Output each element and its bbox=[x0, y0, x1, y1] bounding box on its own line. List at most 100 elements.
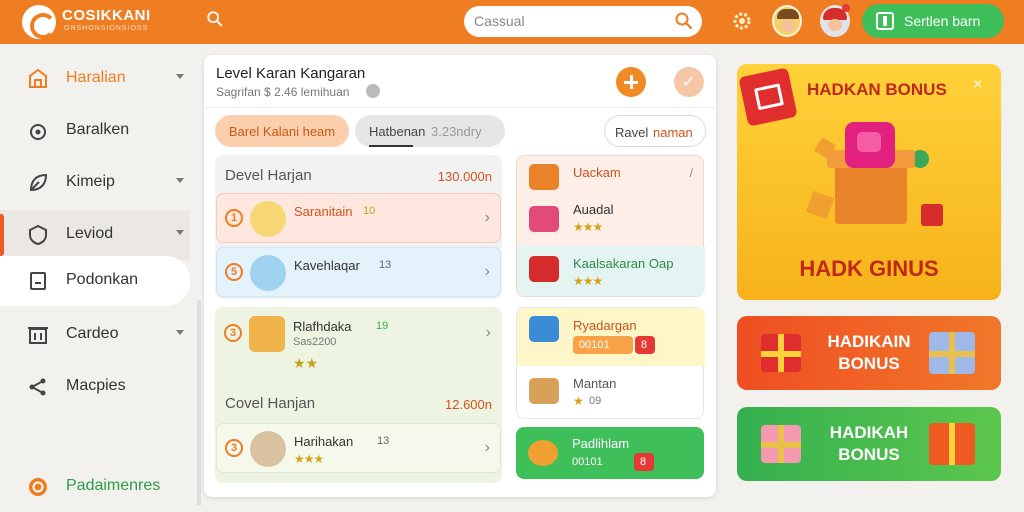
list-item[interactable]: 1 Saranitain 10 › bbox=[216, 193, 501, 243]
avatar bbox=[250, 431, 286, 467]
list-item[interactable]: 3 Rlafhdaka 19 Sas2200 › bbox=[216, 309, 501, 359]
chevron-down-icon bbox=[176, 74, 184, 79]
group-amount: 130.000n bbox=[437, 169, 492, 184]
bonus-card-green[interactable]: HADIKAH BONUS bbox=[737, 407, 1001, 481]
basket-icon bbox=[529, 378, 559, 404]
tab-extra: naman bbox=[653, 125, 693, 140]
list-item[interactable]: 5 Kavehlaqar 13 › bbox=[216, 247, 501, 297]
search-input[interactable] bbox=[474, 11, 664, 31]
bank-icon bbox=[28, 327, 48, 344]
confirm-button[interactable] bbox=[674, 67, 704, 97]
wallet-icon bbox=[876, 12, 894, 30]
row-badge: 13 bbox=[379, 259, 392, 271]
sidebar-item-podonkan[interactable]: Podonkan bbox=[0, 256, 190, 306]
sidebar-item-label: Haralian bbox=[66, 69, 126, 86]
gift-box-icon bbox=[761, 425, 801, 463]
price-badge: 8 bbox=[634, 453, 654, 471]
list-item[interactable]: Kaalsakaran Oap ★★★ bbox=[517, 246, 705, 296]
sidebar-item-kimeip[interactable]: Kimeip bbox=[0, 158, 190, 208]
money-bag-icon bbox=[250, 201, 286, 237]
sidebar-item-label: Cardeo bbox=[66, 325, 119, 342]
tab-ravel[interactable]: Ravel naman bbox=[604, 115, 706, 147]
row-label: Harihakan bbox=[294, 434, 354, 449]
chevron-right-icon: › bbox=[484, 439, 490, 456]
rank-number: 1 bbox=[225, 209, 243, 227]
avatar[interactable] bbox=[772, 5, 802, 37]
gift-box-icon bbox=[929, 332, 975, 374]
sidebar: Haralian Baralken Kimeip Leviod Podonkan… bbox=[0, 44, 201, 512]
tab-label: Barel Kalani heam bbox=[228, 124, 336, 139]
sidebar-item-baralken[interactable]: Baralken bbox=[0, 106, 190, 156]
share-icon bbox=[29, 378, 46, 396]
list-item[interactable]: Mantan ★ 09 bbox=[517, 366, 705, 420]
treasure-chest-icon bbox=[249, 316, 285, 352]
leaf-icon bbox=[29, 173, 48, 192]
row-badge: 13 bbox=[377, 435, 390, 447]
sidebar-item-label: Leviod bbox=[66, 225, 114, 242]
group-header: Devel Harjan bbox=[225, 167, 312, 184]
gear-icon[interactable] bbox=[730, 9, 754, 33]
list-item[interactable]: 3 Harihakan 13 ★★★ › bbox=[216, 423, 501, 473]
info-icon[interactable] bbox=[366, 84, 380, 98]
camera-icon bbox=[30, 124, 46, 140]
sidebar-item-macpies[interactable]: Macpies bbox=[0, 362, 190, 412]
sidebar-item-label: Baralken bbox=[66, 121, 130, 138]
coin-icon bbox=[29, 478, 47, 496]
chevron-right-icon: › bbox=[485, 324, 491, 341]
rank-number: 3 bbox=[224, 324, 242, 342]
shield-icon bbox=[29, 224, 47, 246]
add-button[interactable] bbox=[616, 67, 646, 97]
sidebar-scrollbar[interactable] bbox=[197, 300, 201, 506]
sidebar-item-haralian[interactable]: Haralian bbox=[0, 54, 190, 104]
sidebar-item-leviod[interactable]: Leviod bbox=[0, 210, 190, 260]
card-label: Mantan bbox=[573, 376, 617, 391]
sidebar-item-padaimenres[interactable]: Padaimenres bbox=[0, 462, 190, 512]
gift-box-icon bbox=[835, 162, 907, 224]
row-label: Rlafhdaka bbox=[293, 319, 352, 334]
tab-label: Hatbenan bbox=[369, 124, 426, 139]
sidebar-item-label: Kimeip bbox=[66, 173, 115, 190]
bonus-card-red[interactable]: HADIKAIN BONUS bbox=[737, 316, 1001, 390]
sidebar-item-label: Podonkan bbox=[66, 271, 139, 288]
chevron-down-icon bbox=[176, 330, 184, 335]
sidebar-item-label: Padaimenres bbox=[66, 477, 161, 494]
bonus-promo-banner[interactable]: HADKAN BONUS × HADK GINUS bbox=[737, 64, 1001, 300]
logo-icon[interactable] bbox=[22, 5, 56, 39]
document-icon bbox=[30, 272, 46, 290]
price-badge: 8 bbox=[635, 336, 655, 354]
level-group: Devel Harjan 130.000n 1 Saranitain 10 › … bbox=[215, 155, 502, 299]
group-amount: 12.600n bbox=[445, 397, 492, 412]
gem-icon bbox=[845, 122, 895, 168]
bricks-icon bbox=[529, 164, 559, 190]
list-item[interactable]: Uackam / bbox=[517, 156, 705, 198]
top-action-button[interactable]: Sertlen barn bbox=[862, 4, 1004, 38]
list-item[interactable]: Auadal ★★★ bbox=[517, 198, 705, 244]
treasure-chest-icon bbox=[929, 423, 975, 465]
sidebar-item-label: Macpies bbox=[66, 377, 126, 394]
promo-headline: HADK GINUS bbox=[799, 256, 939, 281]
brand-tagline: ONSHONSIONSIOSS bbox=[64, 25, 149, 32]
list-item[interactable]: Ryadargan 00101 8 bbox=[517, 308, 705, 366]
top-bar: COSIKKANI ONSHONSIONSIOSS Sertlen barn bbox=[0, 0, 1024, 44]
search-submit-icon[interactable] bbox=[674, 11, 694, 31]
gift-box-icon bbox=[529, 206, 559, 232]
cube-icon bbox=[921, 204, 943, 226]
home-icon bbox=[29, 68, 47, 88]
list-item[interactable]: Padlihlam 00101 8 bbox=[516, 427, 704, 479]
sidebar-item-cardeo[interactable]: Cardeo bbox=[0, 310, 190, 360]
reward-card: Uackam / Auadal ★★★ Kaalsakaran Oap ★★★ bbox=[516, 155, 705, 297]
row-subtext: Sas2200 bbox=[293, 336, 337, 348]
tab-underline bbox=[369, 145, 413, 147]
search-icon[interactable] bbox=[206, 10, 224, 28]
tab-hatbenan[interactable]: Hatbenan 3.23ndry bbox=[355, 115, 505, 147]
top-action-label: Sertlen barn bbox=[904, 13, 981, 29]
level-group: 3 Rlafhdaka 19 Sas2200 › ★★ Covel Hanjan… bbox=[215, 307, 502, 483]
bear-icon bbox=[528, 440, 558, 466]
chevron-down-icon bbox=[176, 178, 184, 183]
main-panel: Level Karan Kangaran Sagrifan $ 2.46 lem… bbox=[204, 55, 716, 497]
tab-barel[interactable]: Barel Kalani heam bbox=[215, 115, 349, 147]
close-icon[interactable]: × bbox=[973, 76, 982, 94]
row-label: Kavehlaqar bbox=[294, 258, 360, 273]
row-badge: 10 bbox=[363, 205, 376, 217]
rank-number: 5 bbox=[225, 263, 243, 281]
